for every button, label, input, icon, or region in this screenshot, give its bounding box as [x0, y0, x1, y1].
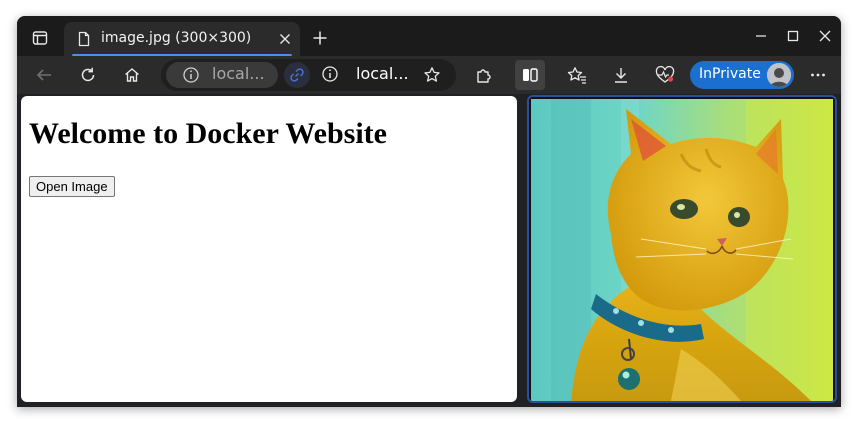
cat-photo [531, 99, 833, 401]
new-tab-button[interactable] [309, 27, 331, 49]
page-heading: Welcome to Docker Website [29, 117, 387, 150]
split-pane-right[interactable] [527, 95, 837, 403]
star-icon [424, 67, 440, 82]
address-segment-primary[interactable]: local... [166, 62, 278, 88]
more-button[interactable] [803, 60, 833, 90]
toolbar: local... local... InPrivate [17, 56, 841, 94]
plus-icon [313, 31, 327, 45]
heart-pulse-icon [655, 66, 675, 83]
add-favorite-button[interactable] [417, 60, 447, 90]
open-image-button[interactable]: Open Image [29, 176, 115, 197]
favorites-icon [567, 67, 586, 84]
file-icon [78, 31, 90, 47]
content-area: Welcome to Docker Website Open Image [17, 94, 841, 407]
maximize-icon [787, 30, 799, 42]
puzzle-icon [477, 69, 491, 83]
split-pane-left[interactable]: Welcome to Docker Website Open Image [21, 96, 517, 402]
split-screen-button[interactable] [515, 60, 545, 90]
tab-title: image.jpg (300×300) [101, 30, 252, 46]
more-icon [811, 73, 825, 77]
address-text-primary: local... [212, 64, 265, 83]
tab-active[interactable]: image.jpg (300×300) [64, 22, 300, 56]
minimize-button[interactable] [749, 25, 773, 47]
browser-window: image.jpg (300×300) local... local... In… [17, 16, 841, 407]
refresh-icon [81, 67, 95, 82]
link-button[interactable] [284, 62, 310, 88]
title-bar: image.jpg (300×300) [17, 16, 841, 56]
back-arrow-icon [36, 69, 51, 81]
home-button[interactable] [117, 60, 147, 90]
avatar [767, 63, 791, 87]
tab-actions-icon [32, 31, 48, 45]
maximize-button[interactable] [781, 25, 805, 47]
download-icon [615, 68, 627, 83]
browser-essentials-button[interactable] [650, 60, 680, 90]
info-icon[interactable] [321, 65, 339, 83]
inprivate-label: InPrivate [699, 66, 761, 82]
info-icon [183, 67, 199, 83]
split-screen-icon [523, 68, 538, 82]
inprivate-button[interactable]: InPrivate [690, 61, 794, 89]
home-icon [125, 68, 139, 82]
close-window-button[interactable] [813, 25, 837, 47]
address-bar[interactable]: local... local... [161, 59, 456, 91]
avatar-icon [767, 63, 791, 87]
address-text-secondary: local... [356, 64, 409, 83]
tab-close-button[interactable] [274, 28, 296, 50]
refresh-button[interactable] [73, 60, 103, 90]
tab-actions-button[interactable] [27, 25, 53, 51]
back-button[interactable] [29, 60, 59, 90]
minimize-icon [756, 35, 766, 37]
link-icon [290, 68, 304, 82]
favorites-button[interactable] [562, 60, 592, 90]
close-icon [280, 34, 290, 44]
extensions-button[interactable] [469, 60, 499, 90]
close-icon [819, 30, 831, 42]
downloads-button[interactable] [606, 60, 636, 90]
